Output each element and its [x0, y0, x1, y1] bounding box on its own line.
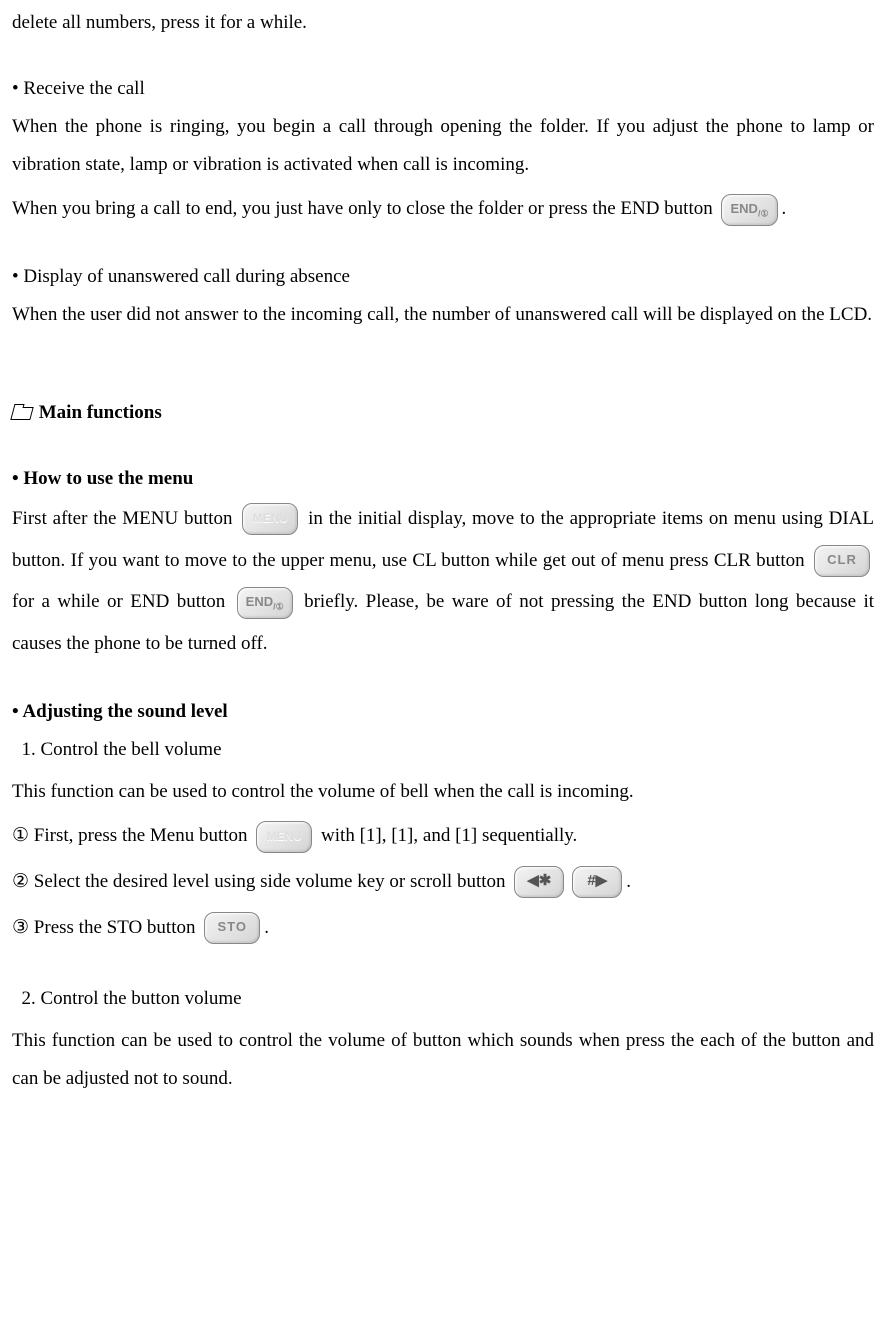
receive-call-p2b: .	[782, 198, 787, 219]
menu-use-head: • How to use the menu	[12, 460, 874, 498]
clr-button-icon: CLR	[814, 545, 870, 577]
receive-call-p1: When the phone is ringing, you begin a c…	[12, 108, 874, 184]
sound-step2: ② Select the desired level using side vo…	[12, 861, 874, 903]
intro-delete-text: delete all numbers, press it for a while…	[12, 4, 874, 42]
scroll-left-button-icon: ◀✱	[514, 866, 564, 898]
main-functions-head: Main functions	[12, 394, 874, 432]
scroll-right-button-icon: #▶	[572, 866, 622, 898]
circled-3-icon: ③	[12, 917, 29, 938]
sound-step1: ① First, press the Menu button MENU with…	[12, 815, 874, 857]
receive-call-p2-line: When you bring a call to end, you just h…	[12, 188, 874, 230]
end-button-label-2: END	[246, 594, 273, 609]
sound-step2b: .	[626, 871, 631, 892]
end-button-icon: END/①	[237, 587, 293, 619]
end-button-icon: END/①	[721, 194, 777, 226]
sound-s2-head: 2. Control the button volume	[12, 980, 874, 1018]
folder-icon	[12, 404, 30, 418]
menu-use-body: First after the MENU button MENU in the …	[12, 498, 874, 665]
end-button-sub: /①	[758, 208, 769, 218]
circled-2-icon: ②	[12, 871, 29, 892]
sound-s1-head: 1. Control the bell volume	[12, 731, 874, 769]
sound-step1b: with [1], [1], and [1] sequentially.	[321, 825, 577, 846]
end-button-label: END	[730, 201, 757, 216]
unanswered-head: • Display of unanswered call during abse…	[12, 258, 874, 296]
unanswered-p1: When the user did not answer to the inco…	[12, 296, 874, 334]
sound-s1-p1: This function can be used to control the…	[12, 773, 874, 811]
sound-head: • Adjusting the sound level	[12, 693, 874, 731]
menu-p1a: First after the MENU button	[12, 508, 238, 529]
sound-s2-p1: This function can be used to control the…	[12, 1022, 874, 1098]
sound-step3b: .	[264, 917, 269, 938]
main-functions-head-text: Main functions	[34, 402, 162, 423]
sound-step2a: Select the desired level using side volu…	[29, 871, 510, 892]
menu-p1c: for a while or END button	[12, 591, 233, 612]
sound-step1a: First, press the Menu button	[29, 825, 252, 846]
sound-step3a: Press the STO button	[29, 917, 200, 938]
receive-call-head: • Receive the call	[12, 70, 874, 108]
menu-button-icon: MENU	[242, 503, 298, 535]
circled-1-icon: ①	[12, 825, 29, 846]
menu-button-icon: MENU	[256, 821, 312, 853]
end-button-sub-2: /①	[273, 602, 284, 612]
sound-step3: ③ Press the STO button STO.	[12, 907, 874, 949]
sto-button-icon: STO	[204, 912, 260, 944]
receive-call-p2a: When you bring a call to end, you just h…	[12, 198, 717, 219]
